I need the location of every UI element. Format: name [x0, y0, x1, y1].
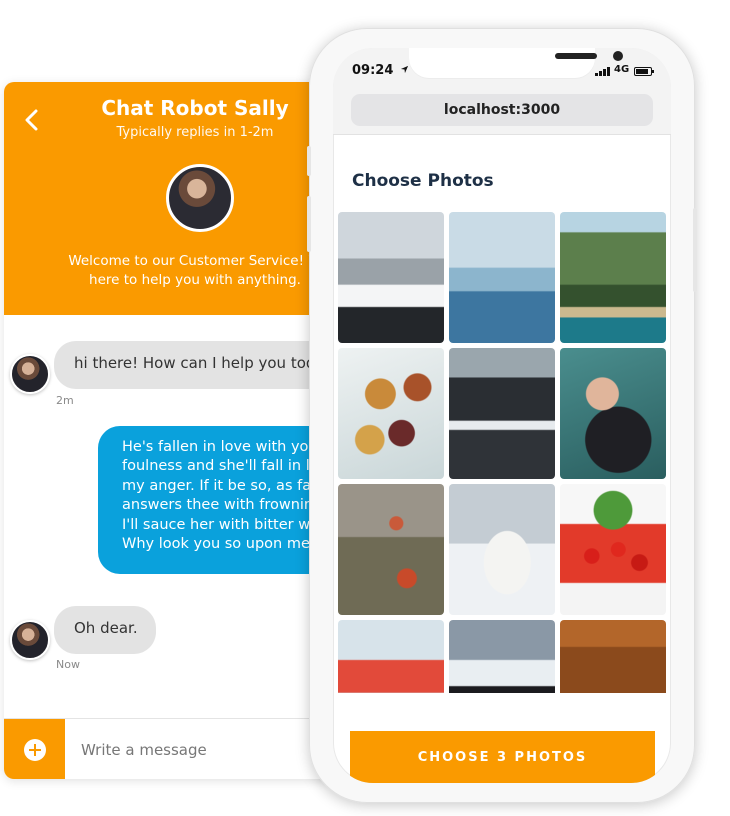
status-bar: 09:24 4G	[333, 48, 671, 94]
photo-green-mountain-coast[interactable]	[560, 212, 666, 343]
user-message: He's fallen in love with you foulness an…	[98, 426, 334, 574]
url-bar[interactable]: localhost:3000	[351, 94, 653, 126]
plus-icon	[23, 738, 46, 761]
welcome-text: Welcome to our Customer Service! W here …	[68, 253, 321, 288]
photo-white-sports-car[interactable]	[338, 212, 444, 343]
browser-bar: localhost:3000	[333, 94, 671, 135]
phone-frame: 09:24 4G localhost:3000 Choose Photos CH…	[307, 28, 697, 803]
photo-woman-with-sunglasses[interactable]	[560, 348, 666, 479]
photo-pastries-and-figs[interactable]	[338, 348, 444, 479]
power-button	[693, 208, 697, 292]
bot-avatar	[10, 620, 50, 660]
status-time: 09:24	[352, 63, 409, 78]
photo-wooden-door[interactable]	[560, 620, 666, 693]
agent-avatar	[166, 164, 234, 232]
choose-photos-button[interactable]: CHOOSE 3 PHOTOS	[350, 731, 655, 783]
mute-switch	[307, 146, 311, 176]
message-input[interactable]	[65, 719, 334, 779]
bot-message: Oh dear.	[54, 606, 156, 654]
page-title: Choose Photos	[352, 171, 494, 191]
photo-black-sand-beach[interactable]	[449, 348, 555, 479]
chat-subtitle: Typically replies in 1-2m	[116, 125, 274, 140]
bot-avatar	[10, 354, 50, 394]
add-attachment-button[interactable]	[4, 719, 65, 779]
message-timestamp: 2m	[56, 394, 74, 407]
photo-man-on-boat[interactable]	[449, 212, 555, 343]
bot-message: hi there! How can I help you toda	[54, 341, 334, 389]
notch	[409, 48, 623, 78]
chat-header: Chat Robot Sally Typically replies in 1-…	[4, 82, 334, 315]
photo-grid	[338, 212, 666, 693]
message-timestamp: Now	[56, 658, 80, 671]
chat-widget: Chat Robot Sally Typically replies in 1-…	[4, 82, 334, 779]
photo-red-flowers[interactable]	[338, 484, 444, 615]
photo-penguins[interactable]	[449, 620, 555, 693]
signal-icon	[595, 67, 610, 76]
front-camera	[613, 51, 623, 61]
phone-screen: 09:24 4G localhost:3000 Choose Photos CH…	[333, 48, 671, 783]
photo-red-bicycle[interactable]	[338, 620, 444, 693]
network-type: 4G	[614, 64, 630, 75]
battery-icon	[634, 67, 654, 76]
volume-up-button	[307, 196, 311, 252]
photo-snowy-owl[interactable]	[449, 484, 555, 615]
message-composer	[4, 718, 334, 779]
speaker	[555, 53, 597, 59]
photo-red-currants[interactable]	[560, 484, 666, 615]
location-arrow-icon	[400, 65, 409, 74]
status-time-text: 09:24	[352, 63, 394, 78]
chat-title: Chat Robot Sally	[101, 96, 289, 120]
